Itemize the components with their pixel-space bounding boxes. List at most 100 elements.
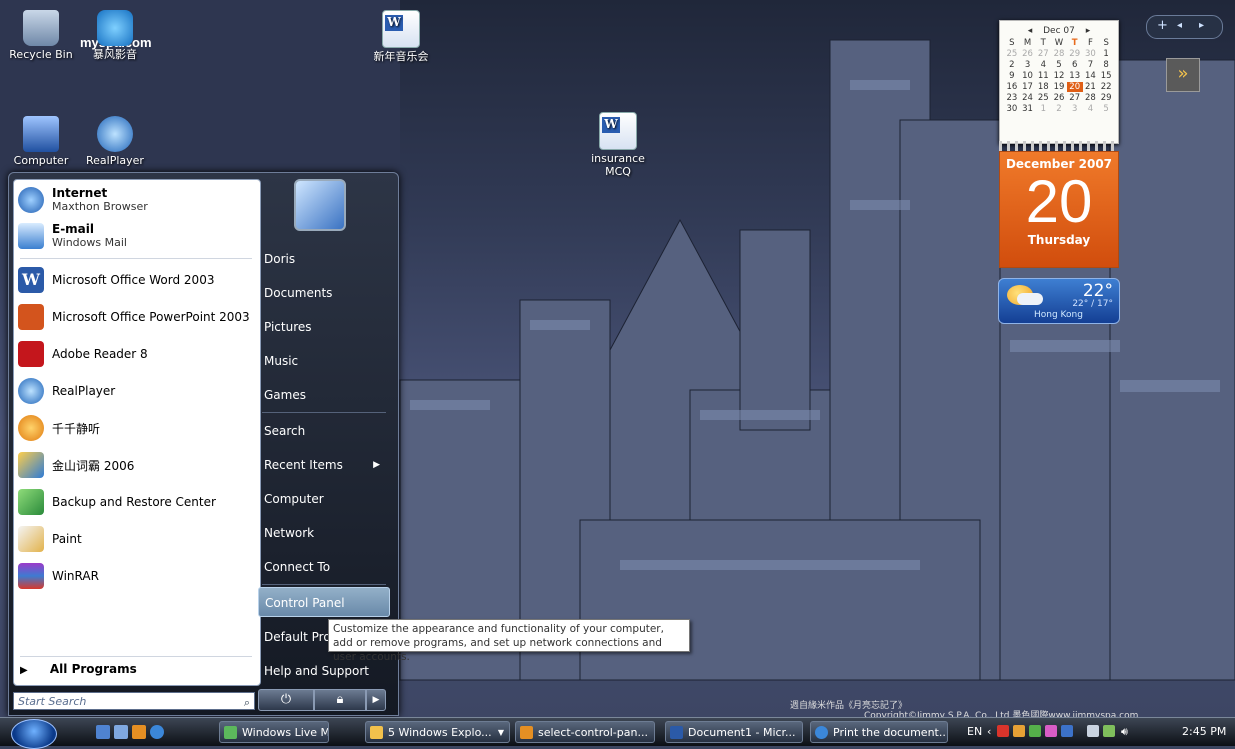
calendar-day[interactable]: 29	[1098, 93, 1114, 103]
language-indicator[interactable]: EN	[967, 721, 982, 743]
calendar-day[interactable]: 27	[1067, 93, 1083, 103]
lock-icon[interactable]: 🔒︎	[314, 689, 366, 711]
network-icon[interactable]	[1087, 725, 1099, 737]
calendar-day[interactable]: 16	[1004, 82, 1020, 92]
taskbar-button-print-document[interactable]: Print the document...	[810, 721, 948, 743]
calendar-day[interactable]: 5	[1051, 60, 1067, 70]
calendar-day[interactable]: 2	[1051, 104, 1067, 114]
calendar-gadget-month[interactable]: ◂ Dec 07 ▸ S M T W T F S 25 26 27 28 29 30 1 2 3 4 5 6 7 8 9 1…	[999, 20, 1119, 144]
media-player-icon[interactable]	[132, 725, 146, 739]
power-options-arrow-icon[interactable]: ▶	[366, 689, 386, 711]
start-search-input[interactable]: Start Search ⌕	[13, 692, 255, 710]
tray-app-icon[interactable]	[1029, 725, 1041, 737]
chevron-down-icon[interactable]: »	[1166, 58, 1200, 92]
calendar-day[interactable]: 14	[1083, 71, 1099, 81]
calendar-day[interactable]: 13	[1067, 71, 1083, 81]
start-item-connect-to[interactable]: Connect To	[258, 552, 390, 582]
show-desktop-icon[interactable]	[96, 725, 110, 739]
switch-windows-icon[interactable]	[114, 725, 128, 739]
display-icon[interactable]	[1103, 725, 1115, 737]
all-programs-button[interactable]: ▶ All Programs	[20, 662, 137, 676]
desktop-icon-insurance-mcq[interactable]: insurance MCQ	[578, 112, 658, 178]
calendar-gadget-day[interactable]: December 2007 20 Thursday	[999, 151, 1119, 268]
calendar-day[interactable]: 11	[1035, 71, 1051, 81]
program-word-2003[interactable]: W Microsoft Office Word 2003	[18, 264, 256, 296]
calendar-day[interactable]: 30	[1004, 104, 1020, 114]
chevron-left-icon[interactable]: ‹	[987, 721, 991, 743]
calendar-day[interactable]: 28	[1083, 93, 1099, 103]
calendar-day[interactable]: 27	[1035, 49, 1051, 59]
program-backup-restore[interactable]: Backup and Restore Center	[18, 486, 256, 518]
calendar-day[interactable]: 20	[1066, 82, 1083, 92]
start-item-games[interactable]: Games	[258, 380, 390, 410]
program-ttplayer[interactable]: 千千静听	[18, 412, 256, 444]
program-paint[interactable]: Paint	[18, 523, 256, 555]
calendar-day[interactable]: 28	[1051, 49, 1067, 59]
calendar-day[interactable]: 5	[1098, 104, 1114, 114]
prev-month-arrow-icon[interactable]: ◂	[1028, 26, 1033, 36]
start-item-recent-items[interactable]: Recent Items ▶	[258, 450, 390, 480]
taskbar-button-select-control-panel[interactable]: select-control-pan...	[515, 721, 655, 743]
power-icon[interactable]: ⏻	[258, 689, 314, 711]
calendar-day[interactable]: 3	[1067, 104, 1083, 114]
calendar-day[interactable]: 6	[1067, 60, 1083, 70]
start-item-search[interactable]: Search	[258, 416, 390, 446]
calendar-day[interactable]: 1	[1035, 104, 1051, 114]
start-item-computer[interactable]: Computer	[258, 484, 390, 514]
calendar-day[interactable]: 30	[1083, 49, 1099, 59]
ie-icon[interactable]	[150, 725, 164, 739]
taskbar-clock[interactable]: 2:45 PM	[1182, 721, 1226, 743]
add-gadget-button[interactable]: +	[1157, 18, 1168, 33]
next-month-arrow-icon[interactable]: ▸	[1086, 26, 1091, 36]
calendar-day[interactable]: 17	[1020, 82, 1036, 92]
calendar-day[interactable]: 7	[1083, 60, 1099, 70]
calendar-day[interactable]: 31	[1020, 104, 1036, 114]
calendar-day[interactable]: 19	[1051, 82, 1067, 92]
taskbar-button-live-messenger[interactable]: Windows Live Mes...	[219, 721, 329, 743]
calendar-day[interactable]: 22	[1098, 82, 1114, 92]
prev-gadget-arrow-icon[interactable]: ◂	[1177, 20, 1182, 31]
program-adobe-reader[interactable]: Adobe Reader 8	[18, 338, 256, 370]
calendar-day[interactable]: 3	[1020, 60, 1036, 70]
user-account-picture[interactable]	[294, 179, 346, 231]
calendar-day[interactable]: 8	[1098, 60, 1114, 70]
calendar-day[interactable]: 1	[1098, 49, 1114, 59]
calendar-day[interactable]: 24	[1020, 93, 1036, 103]
taskbar-button-document1[interactable]: Document1 - Micr...	[665, 721, 803, 743]
calendar-day[interactable]: 12	[1051, 71, 1067, 81]
calendar-day[interactable]: 23	[1004, 93, 1020, 103]
calendar-day[interactable]: 25	[1035, 93, 1051, 103]
program-powerpoint-2003[interactable]: Microsoft Office PowerPoint 2003	[18, 301, 256, 333]
tray-app-icon[interactable]	[1045, 725, 1057, 737]
pinned-internet[interactable]: Internet Maxthon Browser	[18, 184, 256, 216]
tray-app-icon[interactable]	[1061, 725, 1073, 737]
program-realplayer[interactable]: RealPlayer	[18, 375, 256, 407]
tray-app-icon[interactable]	[997, 725, 1009, 737]
tray-app-icon[interactable]	[1013, 725, 1025, 737]
calendar-day[interactable]: 4	[1083, 104, 1099, 114]
pinned-email[interactable]: E-mail Windows Mail	[18, 220, 256, 252]
calendar-day[interactable]: 15	[1098, 71, 1114, 81]
calendar-day[interactable]: 29	[1067, 49, 1083, 59]
start-item-network[interactable]: Network	[258, 518, 390, 548]
next-gadget-arrow-icon[interactable]: ▸	[1199, 20, 1204, 31]
program-winrar[interactable]: WinRAR	[18, 560, 256, 592]
desktop-icon-new-year-concert[interactable]: 新年音乐会	[362, 10, 440, 63]
calendar-day[interactable]: 25	[1004, 49, 1020, 59]
sidebar-gadget-controls[interactable]: + ◂ ▸	[1146, 15, 1223, 39]
calendar-day[interactable]: 26	[1020, 49, 1036, 59]
program-kingsoft-dictionary[interactable]: 金山词霸 2006	[18, 449, 256, 481]
start-item-music[interactable]: Music	[258, 346, 390, 376]
desktop-icon-realplayer[interactable]: RealPlayer	[76, 116, 154, 167]
desktop-icon-baofeng[interactable]: 暴风影音	[76, 10, 154, 61]
calendar-day[interactable]: 2	[1004, 60, 1020, 70]
start-item-pictures[interactable]: Pictures	[258, 312, 390, 342]
calendar-day[interactable]: 18	[1035, 82, 1051, 92]
volume-icon[interactable]: 🔊︎	[1121, 721, 1128, 743]
start-item-control-panel[interactable]: Control Panel	[258, 587, 390, 617]
start-item-doris[interactable]: Doris	[258, 244, 390, 274]
calendar-day[interactable]: 9	[1004, 71, 1020, 81]
weather-gadget[interactable]: 22° 22° / 17° Hong Kong	[998, 278, 1120, 324]
taskbar-button-explorer-group[interactable]: 5 Windows Explo... ▼	[365, 721, 510, 743]
calendar-day[interactable]: 4	[1035, 60, 1051, 70]
